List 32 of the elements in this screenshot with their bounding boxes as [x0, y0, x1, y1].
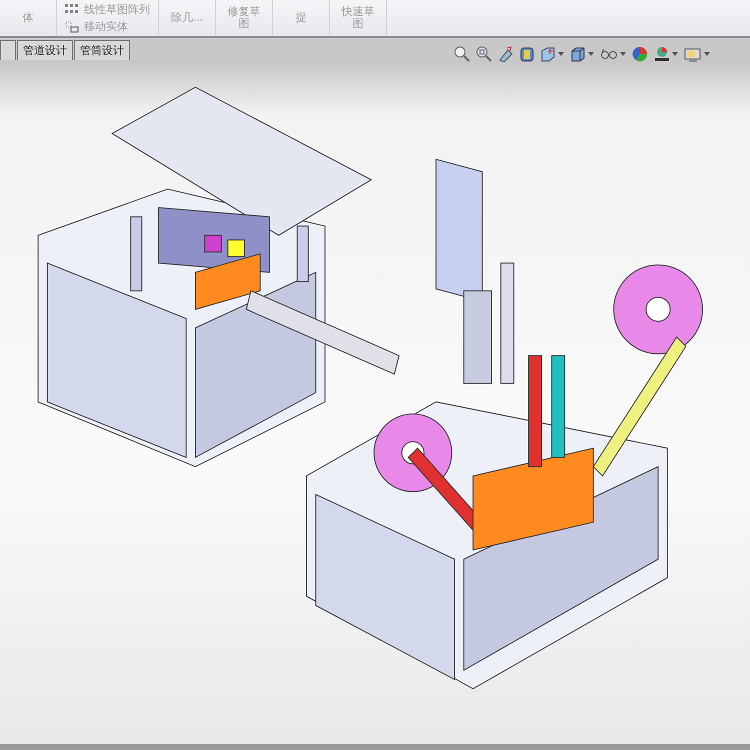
caret-icon: [704, 52, 710, 56]
view-tool-button[interactable]: [684, 46, 710, 62]
tab[interactable]: [0, 40, 16, 60]
ribbon-button[interactable]: 除几...: [167, 12, 207, 24]
view-tool-button[interactable]: [632, 46, 648, 62]
zoom-icon: [454, 46, 470, 62]
caret-icon: [620, 52, 626, 56]
ribbon-button[interactable]: 线性草图阵列: [65, 1, 150, 18]
view-tool-button[interactable]: [654, 46, 678, 62]
cube-icon: [540, 46, 556, 62]
ribbon-button[interactable]: 体: [8, 12, 48, 24]
caret-icon: [588, 52, 594, 56]
view-tool-button[interactable]: [600, 48, 626, 60]
view-tool-button[interactable]: [540, 46, 564, 62]
view-tool-button[interactable]: [476, 46, 492, 62]
caret-icon: [558, 52, 564, 56]
move-icon: [65, 20, 79, 32]
ribbon-button[interactable]: 修复草图: [224, 6, 264, 30]
tab[interactable]: 管筒设计: [74, 40, 130, 60]
cube-icon: [570, 46, 586, 62]
view-tool-button[interactable]: [570, 46, 594, 62]
ribbon-button[interactable]: 快速草图: [338, 6, 378, 30]
grid-icon: [65, 4, 79, 16]
monitor-icon: [684, 46, 702, 62]
color-ball-icon: [632, 46, 648, 62]
tab[interactable]: 管道设计: [17, 40, 73, 60]
ribbon-button[interactable]: 移动实体: [65, 18, 150, 35]
view-tool-button[interactable]: [454, 46, 470, 62]
zoom-icon: [476, 46, 492, 62]
glasses-icon: [600, 48, 618, 60]
ribbon-button[interactable]: 捉: [281, 12, 321, 24]
caret-icon: [672, 52, 678, 56]
